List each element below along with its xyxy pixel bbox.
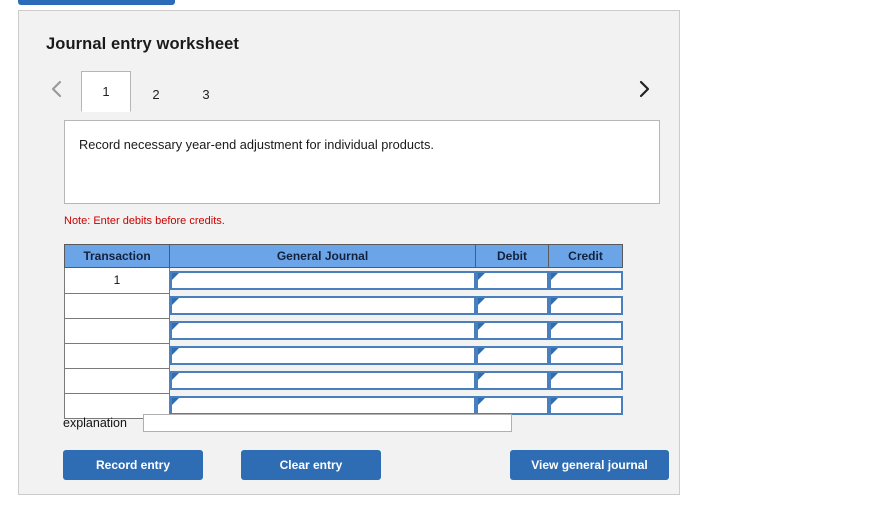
page-title: Journal entry worksheet (46, 35, 240, 53)
general-journal-input[interactable] (170, 346, 476, 365)
task-description-text: Record necessary year-end adjustment for… (79, 137, 434, 152)
transaction-number-cell (64, 367, 170, 394)
debit-input[interactable] (475, 271, 549, 290)
table-row (64, 367, 623, 394)
credit-cell[interactable] (548, 293, 623, 318)
column-header-general-journal: General Journal (169, 244, 476, 268)
general-journal-cell[interactable] (170, 268, 476, 294)
debit-input[interactable] (475, 321, 549, 340)
debit-input[interactable] (475, 371, 549, 390)
tab-2-label: 2 (152, 87, 160, 102)
table-row (64, 292, 623, 319)
credit-cell[interactable] (548, 393, 623, 418)
debit-cell[interactable] (475, 268, 549, 294)
general-journal-input[interactable] (170, 371, 476, 390)
top-blue-bar (18, 0, 175, 5)
clear-entry-button[interactable]: Clear entry (241, 450, 381, 480)
general-journal-input[interactable] (170, 396, 476, 415)
tab-1[interactable]: 1 (81, 71, 131, 112)
credit-input[interactable] (548, 321, 623, 340)
credit-input[interactable] (548, 346, 623, 365)
debit-cell[interactable] (475, 343, 549, 368)
credit-cell[interactable] (548, 368, 623, 393)
journal-entry-table: Transaction General Journal Debit Credit… (64, 244, 623, 419)
table-header-row: Transaction General Journal Debit Credit (64, 244, 623, 268)
column-header-transaction: Transaction (64, 244, 170, 268)
view-general-journal-label: View general journal (531, 458, 648, 472)
table-row (64, 317, 623, 344)
general-journal-cell[interactable] (170, 318, 476, 343)
transaction-number-cell: 1 (64, 267, 170, 294)
debit-input[interactable] (475, 296, 549, 315)
view-general-journal-button[interactable]: View general journal (510, 450, 669, 480)
clear-entry-label: Clear entry (279, 458, 343, 472)
tab-3[interactable]: 3 (181, 76, 231, 112)
explanation-label: explanation (63, 416, 127, 430)
debit-cell[interactable] (475, 293, 549, 318)
task-description-box: Record necessary year-end adjustment for… (64, 120, 660, 204)
general-journal-input[interactable] (170, 271, 476, 290)
general-journal-cell[interactable] (170, 293, 476, 318)
journal-entry-panel: Journal entry worksheet 1 2 3 Record nec… (18, 10, 680, 495)
chevron-left-icon[interactable] (45, 76, 67, 102)
debit-input[interactable] (475, 346, 549, 365)
transaction-number-cell (64, 292, 170, 319)
general-journal-cell[interactable] (170, 343, 476, 368)
debit-input[interactable] (475, 396, 549, 415)
credit-input[interactable] (548, 396, 623, 415)
column-header-credit: Credit (548, 244, 623, 268)
screenshot-root: Journal entry worksheet 1 2 3 Record nec… (0, 0, 876, 520)
credit-cell[interactable] (548, 343, 623, 368)
tab-3-label: 3 (202, 87, 210, 102)
table-row: 1 (64, 267, 623, 294)
transaction-number-cell (64, 317, 170, 344)
worksheet-tabstrip: 1 2 3 (45, 68, 655, 112)
chevron-right-icon[interactable] (633, 76, 655, 102)
credit-input[interactable] (548, 371, 623, 390)
record-entry-button[interactable]: Record entry (63, 450, 203, 480)
tab-1-label: 1 (102, 84, 110, 99)
tab-2[interactable]: 2 (131, 76, 181, 112)
credit-input[interactable] (548, 296, 623, 315)
transaction-number-cell (64, 342, 170, 369)
general-journal-input[interactable] (170, 296, 476, 315)
credit-input[interactable] (548, 271, 623, 290)
general-journal-input[interactable] (170, 321, 476, 340)
column-header-debit: Debit (475, 244, 549, 268)
debit-cell[interactable] (475, 368, 549, 393)
explanation-input[interactable] (143, 414, 512, 432)
debit-cell[interactable] (475, 318, 549, 343)
credit-cell[interactable] (548, 268, 623, 294)
tab-list: 1 2 3 (81, 68, 231, 112)
table-row (64, 342, 623, 369)
record-entry-label: Record entry (95, 458, 171, 472)
debits-before-credits-note: Note: Enter debits before credits. (64, 215, 225, 227)
general-journal-cell[interactable] (170, 368, 476, 393)
credit-cell[interactable] (548, 318, 623, 343)
